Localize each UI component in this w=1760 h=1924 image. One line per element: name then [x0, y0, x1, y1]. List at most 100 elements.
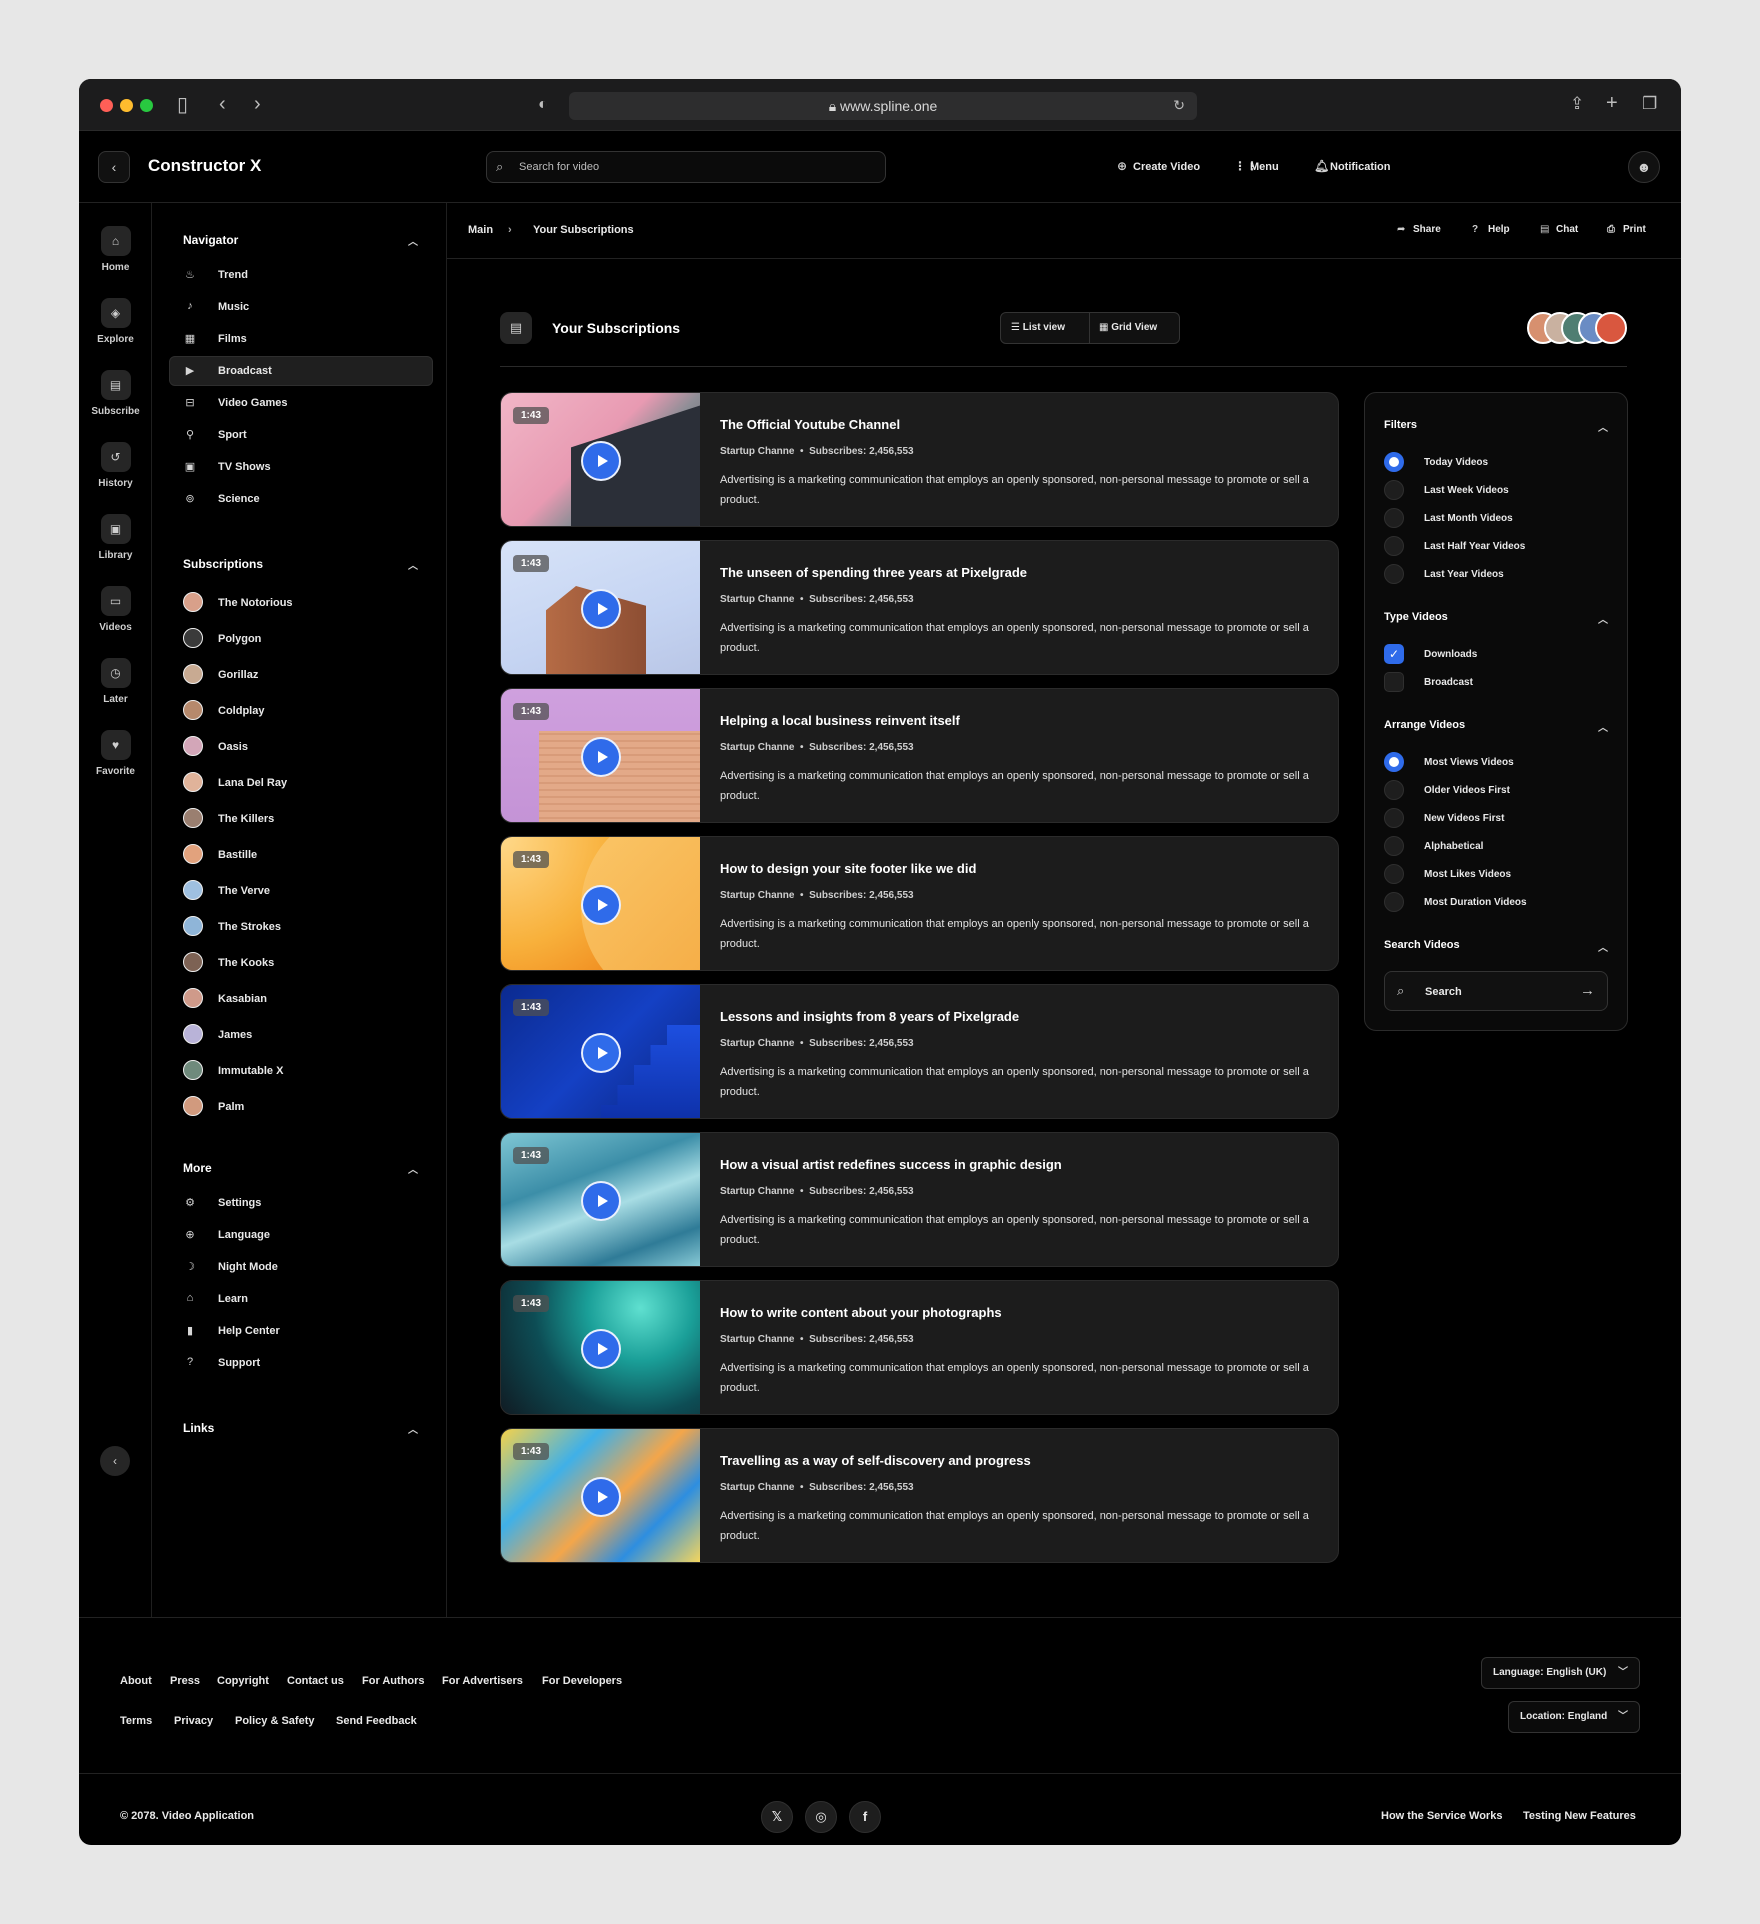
- video-card[interactable]: 1:43 Travelling as a way of self-discove…: [500, 1428, 1339, 1563]
- arrow-right-icon[interactable]: →: [1580, 982, 1595, 999]
- video-title[interactable]: The unseen of spending three years at Pi…: [720, 565, 1027, 580]
- location-select[interactable]: Location: England ﹀: [1508, 1701, 1640, 1733]
- play-icon[interactable]: [581, 1033, 621, 1073]
- sidebar-item-settings[interactable]: ⚙ Settings: [169, 1188, 433, 1218]
- subscription-item[interactable]: Immutable X: [183, 1060, 423, 1082]
- chevron-up-icon[interactable]: ︿: [408, 1161, 418, 1176]
- sidebar-item-video-games[interactable]: ⊟ Video Games: [169, 388, 433, 418]
- menu-button[interactable]: ⋮⋮Menu: [1234, 159, 1279, 173]
- facebook-icon[interactable]: f: [849, 1801, 881, 1833]
- channel-name[interactable]: Startup Channe: [720, 1482, 794, 1493]
- back-icon[interactable]: ‹: [219, 94, 226, 114]
- video-title[interactable]: How to write content about your photogra…: [720, 1305, 1002, 1320]
- video-card[interactable]: 1:43 The Official Youtube Channel Startu…: [500, 392, 1339, 527]
- sidebar-item-films[interactable]: ▦ Films: [169, 324, 433, 354]
- filter-last-half-year[interactable]: Last Half Year Videos: [1384, 536, 1608, 556]
- sidebar-item-music[interactable]: ♪ Music: [169, 292, 433, 322]
- chevron-up-icon[interactable]: ︿: [408, 233, 418, 248]
- print-button[interactable]: ⎙ Print: [1607, 224, 1646, 235]
- channel-name[interactable]: Startup Channe: [720, 742, 794, 753]
- chevron-up-icon[interactable]: ︿: [1598, 419, 1608, 434]
- filter-today[interactable]: Today Videos: [1384, 452, 1608, 472]
- play-icon[interactable]: [581, 737, 621, 777]
- footer-link-advertisers[interactable]: For Advertisers: [442, 1675, 523, 1687]
- video-title[interactable]: How to design your site footer like we d…: [720, 861, 976, 876]
- forward-icon[interactable]: ›: [254, 94, 261, 114]
- play-icon[interactable]: [581, 1181, 621, 1221]
- video-title[interactable]: How a visual artist redefines success in…: [720, 1157, 1062, 1172]
- collapse-rail-button[interactable]: ‹: [100, 1446, 130, 1476]
- type-videos-header[interactable]: Type Videos ︿: [1384, 611, 1608, 626]
- subscription-item[interactable]: Polygon: [183, 628, 423, 650]
- channel-name[interactable]: Startup Channe: [720, 594, 794, 605]
- video-title[interactable]: Lessons and insights from 8 years of Pix…: [720, 1009, 1019, 1024]
- checkbox-checked[interactable]: ✓: [1384, 644, 1404, 664]
- play-icon[interactable]: [581, 1477, 621, 1517]
- video-thumbnail[interactable]: 1:43: [501, 985, 700, 1118]
- arrange-new-first[interactable]: New Videos First: [1384, 808, 1608, 828]
- subscription-item[interactable]: Coldplay: [183, 700, 423, 722]
- sidebar-toggle-icon[interactable]: ▯: [177, 95, 188, 115]
- rail-library[interactable]: ▣ Library: [79, 514, 152, 561]
- footer-link-press[interactable]: Press: [170, 1675, 200, 1687]
- subscription-item[interactable]: Palm: [183, 1096, 423, 1118]
- footer-link-feedback[interactable]: Send Feedback: [336, 1715, 417, 1727]
- video-thumbnail[interactable]: 1:43: [501, 1133, 700, 1266]
- arrange-most-duration[interactable]: Most Duration Videos: [1384, 892, 1608, 912]
- radio[interactable]: [1384, 780, 1404, 800]
- footer-link-terms[interactable]: Terms: [120, 1715, 152, 1727]
- footer-link-authors[interactable]: For Authors: [362, 1675, 425, 1687]
- subscription-item[interactable]: The Notorious: [183, 592, 423, 614]
- subscription-item[interactable]: Kasabian: [183, 988, 423, 1010]
- sidebar-item-help-center[interactable]: ▮ Help Center: [169, 1316, 433, 1346]
- footer-link-privacy[interactable]: Privacy: [174, 1715, 213, 1727]
- search-videos-header[interactable]: Search Videos ︿: [1384, 939, 1608, 954]
- rail-history[interactable]: ↺ History: [79, 442, 152, 489]
- video-title[interactable]: Travelling as a way of self-discovery an…: [720, 1453, 1031, 1468]
- notification-button[interactable]: 🔔︎Notification: [1314, 159, 1391, 173]
- video-card[interactable]: 1:43 How to write content about your pho…: [500, 1280, 1339, 1415]
- chat-button[interactable]: ▤ Chat: [1540, 224, 1578, 235]
- radio[interactable]: [1384, 564, 1404, 584]
- radio[interactable]: [1384, 508, 1404, 528]
- arrange-alphabetical[interactable]: Alphabetical: [1384, 836, 1608, 856]
- rail-subscribe[interactable]: ▤ Subscribe: [79, 370, 152, 417]
- links-header[interactable]: Links ︿: [183, 1421, 418, 1436]
- video-thumbnail[interactable]: 1:43: [501, 837, 700, 970]
- video-thumbnail[interactable]: 1:43: [501, 1429, 700, 1562]
- navigator-header[interactable]: Navigator ︿: [183, 233, 418, 248]
- arrange-most-views[interactable]: Most Views Videos: [1384, 752, 1608, 772]
- chevron-up-icon[interactable]: ︿: [1598, 611, 1608, 626]
- sidebar-item-learn[interactable]: ⌂ Learn: [169, 1284, 433, 1314]
- video-card[interactable]: 1:43 How a visual artist redefines succe…: [500, 1132, 1339, 1267]
- rail-favorite[interactable]: ♥ Favorite: [79, 730, 152, 777]
- rail-later[interactable]: ◷ Later: [79, 658, 152, 705]
- radio[interactable]: [1384, 808, 1404, 828]
- subscription-item[interactable]: The Strokes: [183, 916, 423, 938]
- subscriptions-header[interactable]: Subscriptions ︿: [183, 557, 418, 572]
- type-downloads[interactable]: ✓ Downloads: [1384, 644, 1608, 664]
- tabs-overview-icon[interactable]: ❐: [1642, 94, 1657, 114]
- grid-view-button[interactable]: ▦ Grid View: [1099, 313, 1323, 343]
- chevron-up-icon[interactable]: ︿: [1598, 939, 1608, 954]
- footer-link-testing-features[interactable]: Testing New Features: [1523, 1810, 1636, 1822]
- x-icon[interactable]: 𝕏: [761, 1801, 793, 1833]
- share-button[interactable]: ➦ Share: [1397, 224, 1441, 235]
- type-broadcast[interactable]: Broadcast: [1384, 672, 1608, 692]
- arrange-most-likes[interactable]: Most Likes Videos: [1384, 864, 1608, 884]
- filters-header[interactable]: Filters ︿: [1384, 419, 1608, 434]
- chevron-up-icon[interactable]: ︿: [408, 1421, 418, 1436]
- play-icon[interactable]: [581, 589, 621, 629]
- maximize-window-button[interactable]: [140, 99, 153, 112]
- instagram-icon[interactable]: ◎: [805, 1801, 837, 1833]
- play-icon[interactable]: [581, 885, 621, 925]
- subscription-item[interactable]: Oasis: [183, 736, 423, 758]
- sidebar-item-broadcast[interactable]: ▶ Broadcast: [169, 356, 433, 386]
- address-bar[interactable]: 🔒︎ www.spline.one ↻: [569, 92, 1197, 120]
- footer-link-policy[interactable]: Policy & Safety: [235, 1715, 314, 1727]
- video-title[interactable]: Helping a local business reinvent itself: [720, 713, 960, 728]
- video-thumbnail[interactable]: 1:43: [501, 1281, 700, 1414]
- video-thumbnail[interactable]: 1:43: [501, 541, 700, 674]
- channel-name[interactable]: Startup Channe: [720, 890, 794, 901]
- sidebar-item-night-mode[interactable]: ☽ Night Mode: [169, 1252, 433, 1282]
